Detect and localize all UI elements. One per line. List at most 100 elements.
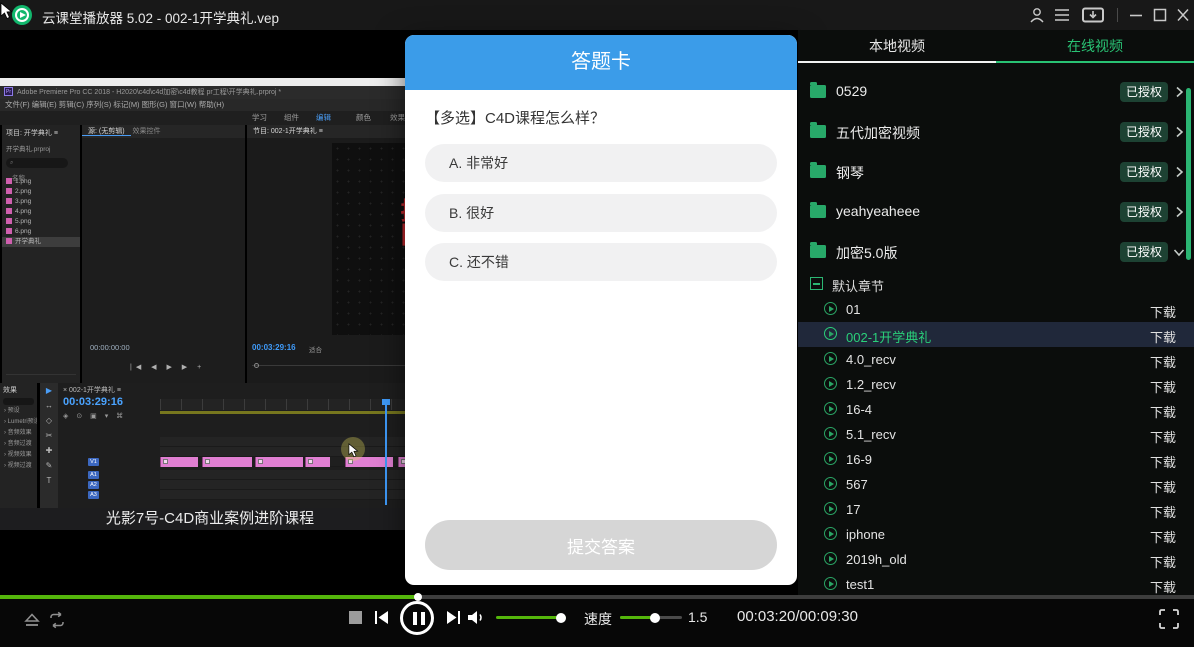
folder-row[interactable]: 钢琴 已授权	[798, 152, 1194, 192]
track-v3	[160, 437, 410, 447]
folder-row[interactable]: yeahyeaheee 已授权	[798, 192, 1194, 232]
tab-underline-local	[798, 61, 996, 63]
timeline-clip	[160, 457, 198, 467]
chevron-down-icon[interactable]	[1172, 245, 1186, 259]
tab-online-video[interactable]: 在线视频	[996, 30, 1194, 62]
title-bar: 云课堂播放器 5.02 - 002-1开学典礼.vep	[0, 0, 1194, 30]
video-list-item[interactable]: 2019h_old下载	[798, 547, 1194, 572]
next-button[interactable]	[444, 609, 462, 626]
download-link[interactable]: 下载	[1150, 527, 1176, 546]
video-list-item[interactable]: 4.0_recv下载	[798, 347, 1194, 372]
video-list-item[interactable]: 16-4下载	[798, 397, 1194, 422]
progress-bar-track[interactable]	[0, 595, 1194, 599]
quiz-option-b[interactable]: B. 很好	[425, 194, 777, 232]
playlist-menu-icon[interactable]	[1053, 7, 1071, 23]
download-link[interactable]: 下载	[1150, 352, 1176, 371]
source-transport-controls: |◀ ◀ ▶ ▶ +	[130, 363, 205, 371]
minimize-button[interactable]	[1127, 7, 1145, 23]
video-list-item[interactable]: 17下载	[798, 497, 1194, 522]
download-link[interactable]: 下载	[1150, 302, 1176, 321]
play-circle-icon	[824, 477, 837, 490]
folder-row[interactable]: 0529 已授权	[798, 72, 1194, 112]
track-a3	[160, 490, 410, 500]
volume-icon[interactable]	[466, 609, 486, 626]
premiere-timeline-panel: × 002-1开学典礼 ≡ 00:03:29:16 ◈ ⊙ ▣ ▾ ⌘ V1 A…	[58, 383, 420, 508]
loop-mode-icon[interactable]	[46, 610, 68, 630]
speed-slider[interactable]	[620, 616, 682, 619]
progress-handle[interactable]	[414, 593, 422, 601]
cursor-glow	[341, 437, 365, 461]
download-link[interactable]: 下载	[1150, 577, 1176, 595]
video-list-item[interactable]: test1下载	[798, 572, 1194, 595]
bin-item: 3.png	[6, 197, 76, 207]
pause-button[interactable]	[400, 601, 434, 635]
program-fit-dropdown: 适合	[309, 344, 322, 354]
timeline-playhead[interactable]	[385, 399, 387, 505]
volume-handle[interactable]	[556, 613, 566, 623]
quiz-option-a[interactable]: A. 非常好	[425, 144, 777, 182]
video-list-sidebar: 本地视频 在线视频 0529 已授权 五代加密视频 已授权 钢琴 已授权 yea…	[798, 30, 1194, 595]
chapter-section-row[interactable]: 默认章节	[798, 272, 1194, 297]
authorized-badge: 已授权	[1120, 162, 1168, 182]
download-link[interactable]: 下载	[1150, 402, 1176, 421]
progress-bar-fill	[0, 595, 418, 599]
folder-row[interactable]: 五代加密视频 已授权	[798, 112, 1194, 152]
maximize-button[interactable]	[1151, 7, 1169, 23]
video-list-item-active[interactable]: 002-1开学典礼下载	[798, 322, 1194, 347]
download-link[interactable]: 下载	[1150, 427, 1176, 446]
tab-local-video[interactable]: 本地视频	[798, 30, 996, 62]
bin-item: 2.png	[6, 187, 76, 197]
eject-icon[interactable]	[22, 610, 42, 630]
authorized-badge: 已授权	[1120, 242, 1168, 262]
timeline-clip	[305, 457, 330, 467]
download-link[interactable]: 下载	[1150, 502, 1176, 521]
download-link[interactable]: 下载	[1150, 477, 1176, 496]
type-tool-icon: T	[40, 473, 58, 488]
video-caption: 光影7号-C4D商业案例进阶课程	[0, 508, 420, 530]
chevron-right-icon[interactable]	[1172, 85, 1186, 99]
volume-slider[interactable]	[496, 616, 566, 619]
chevron-right-icon[interactable]	[1172, 165, 1186, 179]
video-list-item[interactable]: 16-9下载	[798, 447, 1194, 472]
download-manager-icon[interactable]	[1082, 7, 1104, 23]
download-link[interactable]: 下载	[1150, 377, 1176, 396]
sidebar-scrollbar-thumb[interactable]	[1186, 88, 1191, 260]
effects-tree-item: › Lumetri预设	[0, 417, 37, 428]
user-icon[interactable]	[1028, 7, 1046, 23]
play-circle-icon	[824, 527, 837, 540]
effects-tree-item: › 视频过渡	[0, 461, 37, 472]
track-a2	[160, 480, 410, 490]
submit-answer-button[interactable]: 提交答案	[425, 520, 777, 570]
download-link[interactable]: 下载	[1150, 452, 1176, 471]
workspace-tab-active: 编辑	[316, 111, 331, 125]
folder-row-expanded[interactable]: 加密5.0版 已授权	[798, 232, 1194, 272]
premiere-source-panel: 源: (无剪辑) 效果控件 00:00:00:00 |◀ ◀ ▶ ▶ +	[82, 125, 245, 383]
download-link[interactable]: 下载	[1150, 552, 1176, 571]
video-list-item[interactable]: 01下载	[798, 297, 1194, 322]
effects-search-box	[3, 398, 34, 405]
video-list-item[interactable]: 1.2_recv下载	[798, 372, 1194, 397]
download-link[interactable]: 下载	[1150, 327, 1176, 346]
track-chip-a3: A3	[88, 491, 99, 499]
workspace-tab: 学习	[252, 111, 267, 125]
chevron-right-icon[interactable]	[1172, 125, 1186, 139]
collapse-minus-icon[interactable]	[810, 277, 823, 290]
workspace-tab: 组件	[284, 111, 299, 125]
chevron-right-icon[interactable]	[1172, 205, 1186, 219]
play-circle-icon	[824, 302, 837, 315]
track-select-tool-icon: ↔	[40, 398, 58, 413]
fullscreen-icon[interactable]	[1158, 608, 1180, 630]
premiere-menubar: 文件(F) 编辑(E) 剪辑(C) 序列(S) 标记(M) 图形(G) 窗口(W…	[0, 99, 420, 111]
folder-icon	[810, 205, 826, 218]
video-list-item[interactable]: iphone下载	[798, 522, 1194, 547]
close-button[interactable]	[1174, 7, 1192, 23]
quiz-option-c[interactable]: C. 还不错	[425, 243, 777, 281]
folder-name: yeahyeaheee	[836, 203, 920, 219]
bin-item: 6.png	[6, 227, 76, 237]
video-list-item[interactable]: 5.1_recv下载	[798, 422, 1194, 447]
speed-handle[interactable]	[650, 613, 660, 623]
previous-button[interactable]	[373, 609, 391, 626]
stop-button[interactable]	[349, 611, 362, 624]
timeline-clip	[202, 457, 252, 467]
video-list-item[interactable]: 567下载	[798, 472, 1194, 497]
